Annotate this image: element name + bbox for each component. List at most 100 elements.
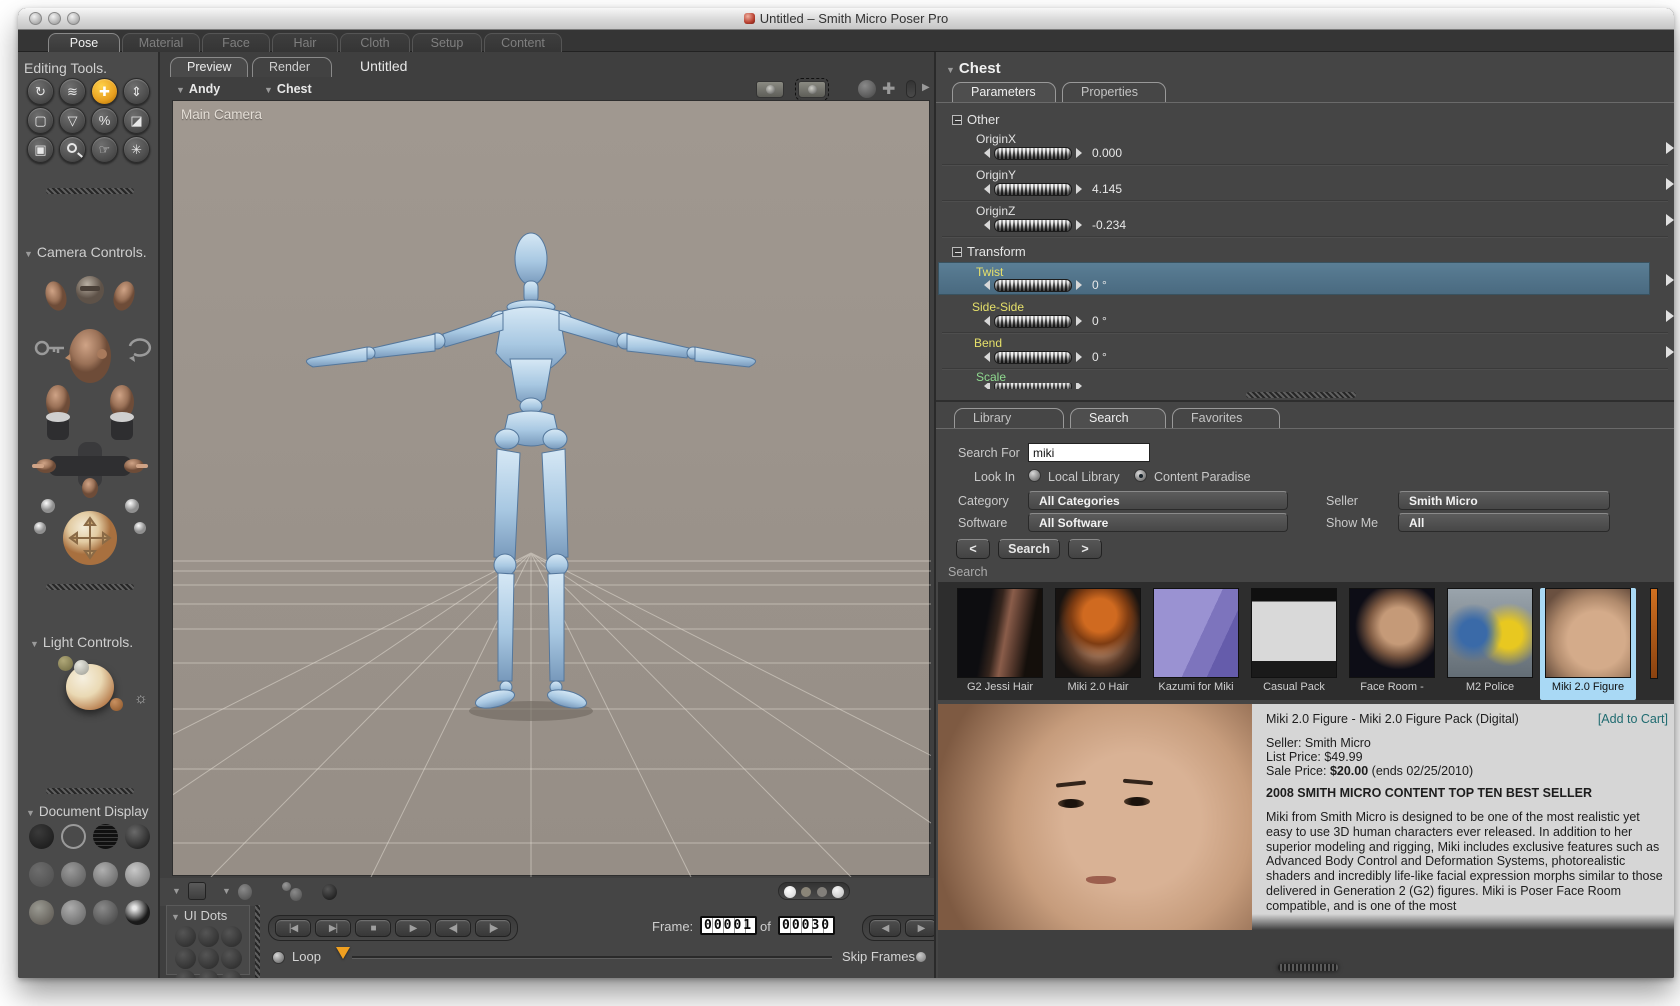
result-thumbnail[interactable]: G2 Jessi Hair xyxy=(952,588,1048,700)
timeline-marker[interactable] xyxy=(336,947,350,959)
light-globe[interactable] xyxy=(66,664,114,710)
result-thumbnail-selected[interactable]: Miki 2.0 Figure xyxy=(1540,588,1636,700)
move-cross-icon[interactable]: ✚ xyxy=(882,79,895,99)
local-library-label[interactable]: Local Library xyxy=(1048,470,1120,484)
page-dot[interactable] xyxy=(832,886,844,898)
seller-dropdown[interactable]: Smith Micro xyxy=(1398,491,1610,510)
param-dial[interactable]: 0 ° xyxy=(984,314,1107,328)
group-transform[interactable]: Transform xyxy=(952,244,1026,259)
add-to-cart-link[interactable]: [Add to Cart] xyxy=(1598,712,1668,726)
section-divider[interactable] xyxy=(46,584,134,590)
display-style-flat-lined[interactable] xyxy=(93,862,118,887)
param-label[interactable]: OriginX xyxy=(976,132,1016,146)
show-me-dropdown[interactable]: All xyxy=(1398,513,1610,532)
param-value[interactable]: 0 ° xyxy=(1092,278,1107,292)
scale-tool-icon[interactable]: ▢ xyxy=(27,107,54,134)
tab-render[interactable]: Render xyxy=(252,57,332,77)
tab-favorites[interactable]: Favorites xyxy=(1172,408,1280,428)
content-paradise-radio[interactable] xyxy=(1134,469,1147,482)
page-dot[interactable] xyxy=(801,887,811,897)
display-style-sketch[interactable] xyxy=(125,900,150,925)
display-style-flat-shaded[interactable] xyxy=(61,862,86,887)
param-dial[interactable]: 0 ° xyxy=(984,350,1107,364)
tab-setup[interactable]: Setup xyxy=(412,33,482,52)
rotate-tool-icon[interactable]: ↻ xyxy=(27,78,54,105)
collapse-box-icon[interactable] xyxy=(952,115,962,125)
tab-preview[interactable]: Preview xyxy=(170,57,248,77)
sun-icon[interactable]: ☼ xyxy=(134,690,148,707)
param-value[interactable]: 0.000 xyxy=(1092,146,1122,160)
taper-tool-icon[interactable]: ▽ xyxy=(59,107,86,134)
param-value[interactable]: 4.145 xyxy=(1092,182,1122,196)
param-label[interactable]: Bend xyxy=(974,336,1002,350)
param-menu-arrow-icon[interactable] xyxy=(1666,274,1674,286)
camera-controls-title[interactable]: ▼ Camera Controls. xyxy=(24,244,147,260)
param-dial[interactable]: 4.145 xyxy=(984,182,1122,196)
current-frame-counter[interactable]: 00001 xyxy=(700,916,758,935)
camera-name-label[interactable]: Main Camera xyxy=(181,107,262,122)
category-dropdown[interactable]: All Categories xyxy=(1028,491,1288,510)
ui-dot[interactable] xyxy=(198,970,219,978)
param-label[interactable]: Twist xyxy=(976,265,1003,279)
param-value[interactable]: 0 ° xyxy=(1092,314,1107,328)
page-dot[interactable] xyxy=(784,886,796,898)
tab-search[interactable]: Search xyxy=(1070,408,1166,428)
content-paradise-label[interactable]: Content Paradise xyxy=(1154,470,1251,484)
result-thumbnail[interactable]: M2 Police xyxy=(1442,588,1538,700)
step-forward-button[interactable]: |▶ xyxy=(475,919,511,937)
display-style-outline[interactable] xyxy=(61,824,86,849)
parameters-header[interactable]: ▼ Chest xyxy=(946,60,1001,77)
tracking-dropdown-icon[interactable]: ▼ xyxy=(222,886,231,896)
disclosure-triangle-icon[interactable]: ▼ xyxy=(30,639,39,649)
product-image[interactable] xyxy=(938,704,1252,930)
display-style-cartoon[interactable] xyxy=(93,900,118,925)
multi-ball-icon[interactable] xyxy=(282,882,291,891)
param-menu-arrow-icon[interactable] xyxy=(1666,178,1674,190)
next-page-button[interactable]: > xyxy=(1068,539,1102,559)
resize-grip[interactable] xyxy=(1278,964,1338,971)
param-dial[interactable]: 0.000 xyxy=(984,146,1122,160)
stop-button[interactable]: ■ xyxy=(355,919,391,937)
param-dial[interactable]: -0.234 xyxy=(984,218,1126,232)
camera-controls-cluster[interactable] xyxy=(26,266,154,566)
previous-key-button[interactable]: ◀ xyxy=(869,919,901,937)
tab-content[interactable]: Content xyxy=(484,33,562,52)
tracking-ball-icon[interactable] xyxy=(238,884,252,900)
display-style-smooth-lined[interactable] xyxy=(61,900,86,925)
software-dropdown[interactable]: All Software xyxy=(1028,513,1288,532)
grouping-tool-icon[interactable]: ▣ xyxy=(27,136,54,163)
result-thumbnail[interactable]: Miki 2.0 Hair xyxy=(1050,588,1146,700)
display-style-texture-shaded[interactable] xyxy=(29,900,54,925)
param-label[interactable]: Side-Side xyxy=(972,300,1024,314)
param-menu-arrow-icon[interactable] xyxy=(1666,310,1674,322)
ui-dot[interactable] xyxy=(198,948,219,969)
camera-select-icon[interactable] xyxy=(795,78,829,101)
search-button[interactable]: Search xyxy=(998,539,1060,559)
title-bar[interactable]: Untitled – Smith Micro Poser Pro xyxy=(18,8,1674,30)
ui-dot[interactable] xyxy=(175,970,196,978)
translate-tool-icon[interactable]: ✚ xyxy=(91,78,118,105)
view-magnifier-tool-icon[interactable] xyxy=(59,136,86,163)
panel-divider[interactable] xyxy=(1246,392,1356,398)
display-style-silhouette[interactable] xyxy=(29,824,54,849)
skip-frames-radio[interactable] xyxy=(916,952,926,962)
tab-properties[interactable]: Properties xyxy=(1062,82,1166,102)
chain-break-tool-icon[interactable]: % xyxy=(91,107,118,134)
camera-view-icon[interactable] xyxy=(756,81,784,98)
param-menu-arrow-icon[interactable] xyxy=(1666,142,1674,154)
result-thumbnail[interactable]: Kazumi for Miki xyxy=(1148,588,1244,700)
display-style-lit-wireframe[interactable] xyxy=(29,862,54,887)
depth-cue-button[interactable] xyxy=(188,882,206,900)
translate-in-out-tool-icon[interactable]: ⇕ xyxy=(123,78,150,105)
next-key-button[interactable]: ▶ xyxy=(905,919,937,937)
param-label[interactable]: OriginY xyxy=(976,168,1016,182)
color-tool-icon[interactable]: ◪ xyxy=(123,107,150,134)
tab-parameters[interactable]: Parameters xyxy=(952,82,1056,102)
ui-dot[interactable] xyxy=(175,926,196,947)
light-handle-icon[interactable] xyxy=(74,660,89,675)
light-handle-icon[interactable] xyxy=(110,698,123,711)
tab-hair[interactable]: Hair xyxy=(272,33,338,52)
section-divider[interactable] xyxy=(46,188,134,194)
document-display-title[interactable]: ▼ Document Display xyxy=(26,804,148,819)
twist-tool-icon[interactable]: ≋ xyxy=(59,78,86,105)
